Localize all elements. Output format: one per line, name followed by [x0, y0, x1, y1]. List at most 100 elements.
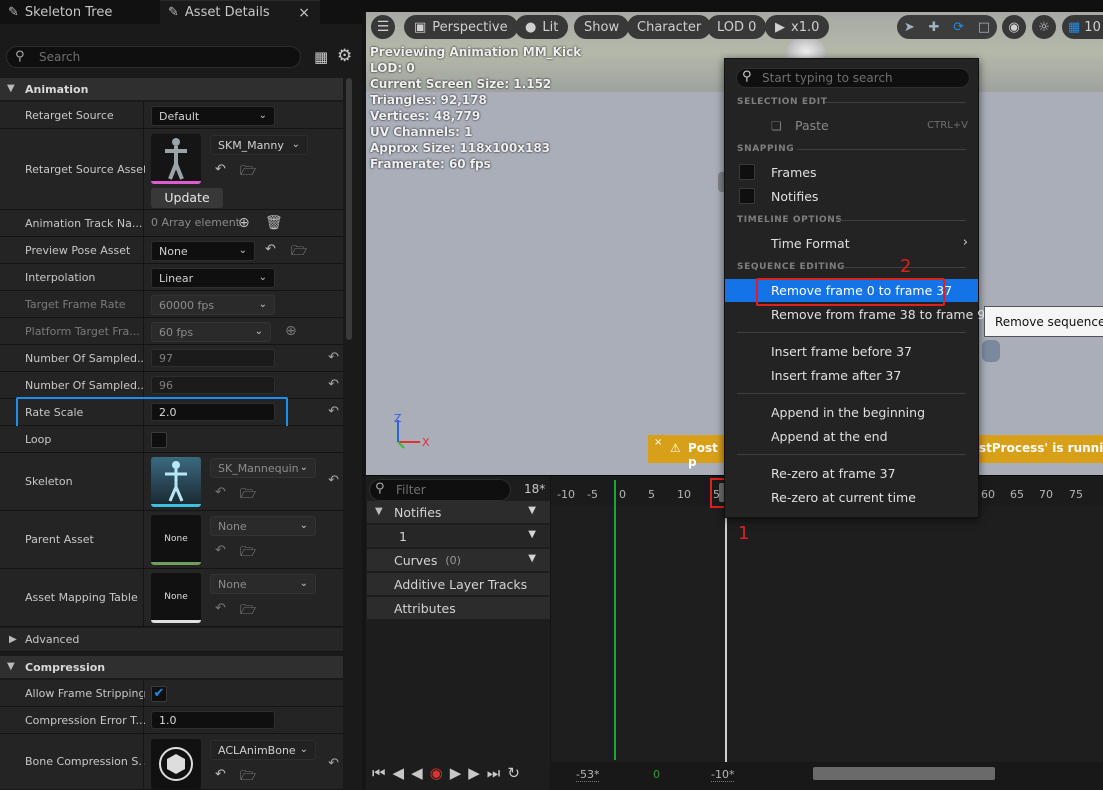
rotate-icon[interactable]: ⟳	[953, 20, 964, 35]
search-input[interactable]: ⚲ Search	[6, 46, 301, 68]
surface-snap-button[interactable]: ☼	[1032, 15, 1056, 39]
step-forward-icon[interactable]: ▶	[468, 764, 480, 784]
expand-arrow-icon: ▼	[7, 83, 15, 94]
loop-checkbox[interactable]	[151, 432, 167, 448]
browse-icon[interactable]: 🗁	[240, 485, 256, 507]
record-icon[interactable]: ◉	[430, 764, 443, 784]
reset-icon[interactable]: ↶	[328, 350, 339, 365]
table-view-icon[interactable]: ▦	[314, 48, 328, 66]
preview-pose-combo[interactable]: None ⌄	[151, 241, 255, 261]
close-icon[interactable]: ×	[298, 5, 310, 21]
reset-icon[interactable]: ↶	[328, 377, 339, 392]
view-range-start[interactable]: -53*	[576, 768, 600, 782]
section-advanced[interactable]: ▶ Advanced	[0, 628, 343, 652]
parent-asset-thumbnail[interactable]: None	[151, 515, 201, 565]
track-notifies[interactable]: ▼ Notifies ▼	[367, 501, 550, 523]
parent-asset-combo[interactable]: None ⌄	[210, 516, 316, 536]
menu-item-frames[interactable]: Frames	[771, 165, 816, 180]
hamburger-icon: ☰	[376, 19, 390, 35]
working-range-start[interactable]: 0	[653, 768, 660, 781]
notifies-checkbox[interactable]	[739, 188, 755, 204]
dropdown-icon[interactable]: ▼	[528, 553, 536, 564]
menu-search-input[interactable]: ⚲ Start typing to search	[736, 68, 970, 88]
add-icon[interactable]: ⊕	[238, 215, 250, 231]
section-animation[interactable]: ▼ Animation	[0, 78, 343, 100]
show-button[interactable]: Show	[574, 15, 630, 39]
frames-checkbox[interactable]	[739, 164, 755, 180]
tab-skeleton-tree[interactable]: ✎ Skeleton Tree	[0, 0, 160, 24]
close-icon[interactable]: ×	[654, 437, 662, 448]
browse-icon[interactable]: 🗁	[291, 242, 307, 264]
skeleton-thumbnail[interactable]	[151, 457, 201, 507]
compression-error-field[interactable]: 1.0	[151, 711, 275, 729]
frame-stripping-checkbox[interactable]: ✔	[151, 686, 167, 702]
timeline-scrollbar[interactable]	[813, 767, 995, 780]
browse-icon[interactable]: 🗁	[240, 162, 256, 184]
dropdown-icon[interactable]: ▼	[528, 505, 536, 516]
select-icon[interactable]: ➤	[904, 20, 915, 35]
track-curves[interactable]: Curves (0) ▼	[367, 549, 550, 571]
playback-speed-button[interactable]: ▶ x1.0	[765, 15, 830, 39]
mapping-table-combo[interactable]: None ⌄	[210, 574, 316, 594]
use-selected-icon[interactable]: ↶	[265, 242, 276, 257]
retarget-source-combo[interactable]: Default ⌄	[151, 106, 275, 126]
viewport-menu-button[interactable]: ☰	[371, 15, 395, 39]
scrollbar[interactable]	[346, 78, 352, 340]
skip-end-icon[interactable]: ⏭	[487, 764, 501, 784]
trash-icon[interactable]: 🗑	[265, 215, 283, 231]
reset-icon[interactable]: ↶	[328, 404, 339, 419]
menu-item-rezero-current[interactable]: Re-zero at current time	[771, 490, 916, 505]
tab-asset-details[interactable]: ✎ Asset Details ×	[160, 0, 320, 24]
filter-input[interactable]: ⚲ Filter	[369, 479, 511, 501]
use-selected-icon[interactable]: ↶	[215, 162, 226, 177]
menu-item-append-end[interactable]: Append at the end	[771, 429, 888, 444]
browse-icon[interactable]: 🗁	[240, 543, 256, 565]
reset-icon[interactable]: ↶	[328, 473, 339, 488]
track-attributes[interactable]: Attributes	[367, 597, 550, 619]
track-notify-1[interactable]: 1 ▼	[367, 525, 550, 547]
perspective-button[interactable]: ▣ Perspective	[404, 15, 518, 39]
mapping-table-thumbnail[interactable]: None	[151, 573, 201, 623]
track-additive-layer[interactable]: Additive Layer Tracks	[367, 573, 550, 595]
expand-arrow-icon: ▼	[375, 506, 383, 517]
bone-compression-thumbnail[interactable]	[151, 739, 201, 789]
menu-item-append-begin[interactable]: Append in the beginning	[771, 405, 925, 420]
timeline-area[interactable]: -10 -5 0 5 10 5 60 65 70 75 1 -53* 0 -10…	[551, 476, 1103, 790]
menu-item-remove-38-97[interactable]: Remove from frame 38 to frame 97	[771, 307, 993, 322]
lit-button[interactable]: ● Lit	[515, 15, 569, 39]
menu-item-rezero-37[interactable]: Re-zero at frame 37	[771, 466, 896, 481]
world-local-button[interactable]: ◉	[1002, 15, 1026, 39]
update-button[interactable]: Update	[151, 188, 223, 208]
mannequin-thumbnail[interactable]	[151, 134, 201, 184]
menu-item-notifies[interactable]: Notifies	[771, 189, 818, 204]
use-selected-icon[interactable]: ↶	[215, 767, 226, 782]
menu-item-insert-before[interactable]: Insert frame before 37	[771, 344, 912, 359]
translate-icon[interactable]: ✚	[929, 20, 940, 35]
menu-item-insert-after[interactable]: Insert frame after 37	[771, 368, 901, 383]
loop-icon[interactable]: ↻	[507, 764, 520, 784]
use-selected-icon[interactable]: ↶	[215, 543, 226, 558]
scale-icon[interactable]: □	[978, 20, 990, 35]
lod-button[interactable]: LOD 0	[707, 15, 767, 39]
browse-icon[interactable]: 🗁	[240, 601, 256, 623]
use-selected-icon[interactable]: ↶	[215, 601, 226, 616]
browse-icon[interactable]: 🗁	[240, 767, 256, 789]
use-selected-icon[interactable]: ↶	[215, 485, 226, 500]
play-reverse-icon[interactable]: ◀	[411, 764, 423, 784]
reset-icon[interactable]: ↶	[328, 756, 339, 771]
character-button[interactable]: Character	[627, 15, 712, 39]
play-icon[interactable]: ▶	[450, 764, 462, 784]
frame-count[interactable]: 18*	[524, 482, 545, 496]
section-compression[interactable]: ▼ Compression	[0, 656, 343, 678]
interpolation-combo[interactable]: Linear ⌄	[151, 268, 275, 288]
add-icon[interactable]: ⊕	[285, 323, 297, 339]
dropdown-icon[interactable]: ▼	[528, 529, 536, 540]
view-range-end[interactable]: -10*	[711, 768, 735, 782]
skip-start-icon[interactable]: ⏮	[372, 764, 386, 784]
bone-compression-combo[interactable]: ACLAnimBone ⌄	[210, 740, 316, 760]
step-back-icon[interactable]: ◀	[393, 764, 405, 784]
retarget-asset-combo[interactable]: SKM_Manny ⌄	[210, 135, 308, 155]
menu-item-time-format[interactable]: Time Format	[771, 236, 850, 251]
grid-snap-button[interactable]: ▦ 10	[1062, 15, 1103, 39]
gear-icon[interactable]: ⚙	[337, 46, 352, 66]
